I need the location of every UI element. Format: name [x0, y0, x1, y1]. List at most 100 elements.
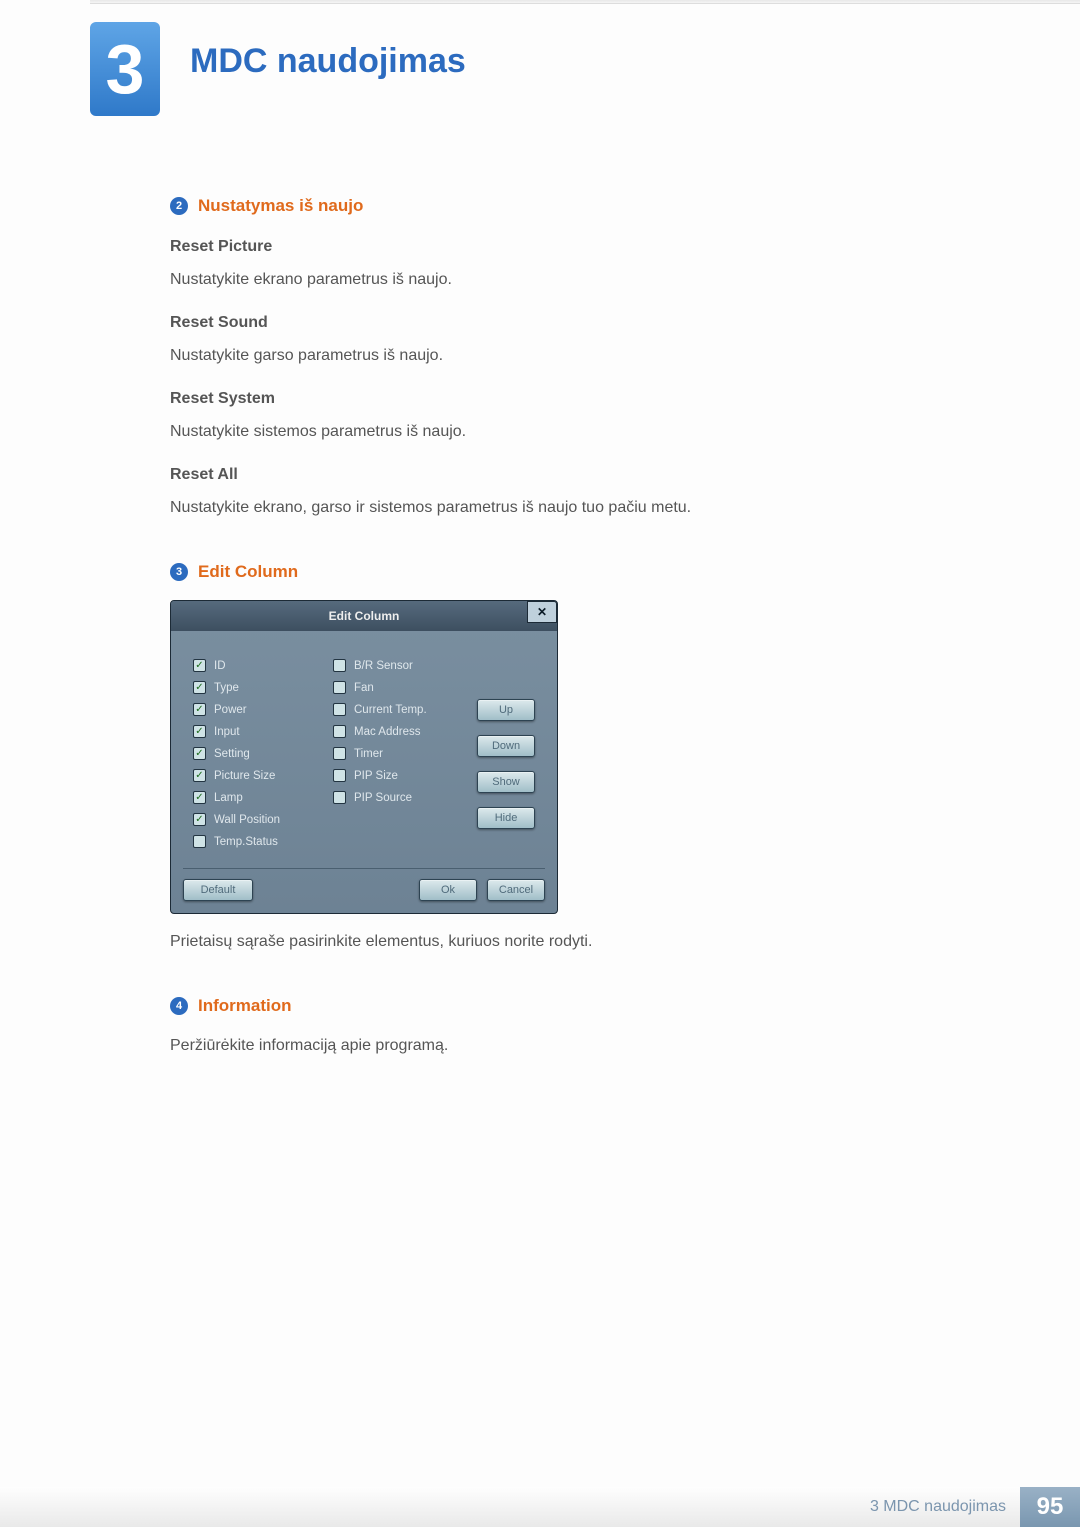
- close-button[interactable]: ✕: [527, 601, 557, 623]
- checkbox-label: ID: [214, 660, 226, 672]
- chapter-title: MDC naudojimas: [190, 42, 466, 81]
- checkbox-row[interactable]: B/R Sensor: [333, 659, 473, 672]
- checkbox-icon[interactable]: [333, 769, 346, 782]
- checkbox-row[interactable]: ✓ Wall Position: [193, 813, 333, 826]
- close-icon: ✕: [537, 597, 547, 627]
- section-2-title: Nustatymas iš naujo: [198, 196, 363, 216]
- checkbox-icon[interactable]: ✓: [193, 747, 206, 760]
- checkbox-row[interactable]: ✓ Type: [193, 681, 333, 694]
- show-button[interactable]: Show: [477, 771, 535, 793]
- checkbox-row[interactable]: Fan: [333, 681, 473, 694]
- checkbox-label: Current Temp.: [354, 704, 427, 716]
- badge-4-icon: 4: [170, 997, 188, 1015]
- reset-sound-heading: Reset Sound: [170, 314, 990, 332]
- ok-button[interactable]: Ok: [419, 879, 477, 901]
- up-button[interactable]: Up: [477, 699, 535, 721]
- checkbox-icon[interactable]: ✓: [193, 659, 206, 672]
- chapter-number: 3: [106, 29, 145, 109]
- checkbox-label: Wall Position: [214, 814, 280, 826]
- checkbox-row[interactable]: ✓ Power: [193, 703, 333, 716]
- checkbox-icon[interactable]: ✓: [193, 813, 206, 826]
- edit-column-caption: Prietaisų sąraše pasirinkite elementus, …: [170, 930, 990, 954]
- checkbox-label: PIP Source: [354, 792, 412, 804]
- checkbox-row[interactable]: Mac Address: [333, 725, 473, 738]
- page-number: 95: [1020, 1487, 1080, 1527]
- reset-picture-text: Nustatykite ekrano parametrus iš naujo.: [170, 268, 990, 292]
- section-4-title: Information: [198, 996, 292, 1016]
- down-button[interactable]: Down: [477, 735, 535, 757]
- cancel-button[interactable]: Cancel: [487, 879, 545, 901]
- checkbox-icon[interactable]: ✓: [193, 725, 206, 738]
- section-3-header: 3 Edit Column: [170, 562, 990, 582]
- checkbox-label: Fan: [354, 682, 374, 694]
- checkbox-row[interactable]: ✓ Input: [193, 725, 333, 738]
- side-buttons: Up Down Show Hide: [477, 699, 535, 848]
- default-button[interactable]: Default: [183, 879, 253, 901]
- footer-bar: 3 MDC naudojimas: [0, 1487, 1020, 1527]
- checkbox-row[interactable]: ✓ Picture Size: [193, 769, 333, 782]
- checkbox-row[interactable]: ✓ Setting: [193, 747, 333, 760]
- hide-button-label: Hide: [495, 812, 518, 824]
- checkbox-row[interactable]: PIP Size: [333, 769, 473, 782]
- page-number-value: 95: [1037, 1493, 1064, 1521]
- checkbox-icon[interactable]: [333, 659, 346, 672]
- checkbox-row[interactable]: ✓ Lamp: [193, 791, 333, 804]
- checkbox-icon[interactable]: ✓: [193, 769, 206, 782]
- checkbox-icon[interactable]: [333, 725, 346, 738]
- checkbox-label: Setting: [214, 748, 250, 760]
- checkbox-icon[interactable]: [333, 791, 346, 804]
- reset-system-text: Nustatykite sistemos parametrus iš naujo…: [170, 420, 990, 444]
- checkbox-label: Power: [214, 704, 247, 716]
- checkbox-label: Type: [214, 682, 239, 694]
- reset-picture-heading: Reset Picture: [170, 238, 990, 256]
- section-3-title: Edit Column: [198, 562, 298, 582]
- checkbox-row[interactable]: PIP Source: [333, 791, 473, 804]
- checkbox-icon[interactable]: [193, 835, 206, 848]
- cancel-button-label: Cancel: [499, 884, 533, 896]
- checkbox-icon[interactable]: [333, 703, 346, 716]
- checkbox-row[interactable]: Temp.Status: [193, 835, 333, 848]
- section-2-header: 2 Nustatymas iš naujo: [170, 196, 990, 216]
- page-footer: 3 MDC naudojimas 95: [0, 1487, 1080, 1527]
- reset-sound-text: Nustatykite garso parametrus iš naujo.: [170, 344, 990, 368]
- ok-button-label: Ok: [441, 884, 455, 896]
- default-button-label: Default: [201, 884, 236, 896]
- header-stripe: [90, 0, 1080, 4]
- badge-2-icon: 2: [170, 197, 188, 215]
- checkbox-label: Mac Address: [354, 726, 420, 738]
- checkbox-icon[interactable]: ✓: [193, 791, 206, 804]
- show-button-label: Show: [492, 776, 520, 788]
- checkbox-label: Lamp: [214, 792, 243, 804]
- checkbox-icon[interactable]: [333, 681, 346, 694]
- up-button-label: Up: [499, 704, 513, 716]
- footer-text: 3 MDC naudojimas: [870, 1498, 1006, 1516]
- down-button-label: Down: [492, 740, 520, 752]
- chapter-number-box: 3: [90, 22, 160, 116]
- information-text: Peržiūrėkite informaciją apie programą.: [170, 1034, 990, 1058]
- checkbox-row[interactable]: Current Temp.: [333, 703, 473, 716]
- checkbox-label: Timer: [354, 748, 383, 760]
- checkbox-label: B/R Sensor: [354, 660, 413, 672]
- reset-all-heading: Reset All: [170, 466, 990, 484]
- checkbox-label: Picture Size: [214, 770, 275, 782]
- dialog-footer: Default Ok Cancel: [183, 868, 545, 901]
- badge-3-icon: 3: [170, 563, 188, 581]
- checkbox-icon[interactable]: [333, 747, 346, 760]
- checkbox-column-right: B/R Sensor Fan Current Temp. Mac Address Tim…: [333, 659, 473, 848]
- edit-column-dialog: Edit Column ✕ ✓ ID ✓ Type ✓ Power ✓ Input ✓ Setti…: [170, 600, 558, 914]
- checkbox-icon[interactable]: ✓: [193, 681, 206, 694]
- hide-button[interactable]: Hide: [477, 807, 535, 829]
- checkbox-row[interactable]: ✓ ID: [193, 659, 333, 672]
- checkbox-label: PIP Size: [354, 770, 398, 782]
- checkbox-label: Input: [214, 726, 240, 738]
- checkbox-icon[interactable]: ✓: [193, 703, 206, 716]
- dialog-title: Edit Column: [329, 609, 400, 623]
- dialog-body: ✓ ID ✓ Type ✓ Power ✓ Input ✓ Setting ✓ Picture Siz…: [171, 631, 557, 858]
- content-area: 2 Nustatymas iš naujo Reset Picture Nust…: [170, 190, 990, 1064]
- checkbox-label: Temp.Status: [214, 836, 278, 848]
- dialog-titlebar: Edit Column ✕: [171, 601, 557, 631]
- checkbox-column-left: ✓ ID ✓ Type ✓ Power ✓ Input ✓ Setting ✓ Picture Siz…: [193, 659, 333, 848]
- reset-system-heading: Reset System: [170, 390, 990, 408]
- reset-all-text: Nustatykite ekrano, garso ir sistemos pa…: [170, 496, 990, 520]
- checkbox-row[interactable]: Timer: [333, 747, 473, 760]
